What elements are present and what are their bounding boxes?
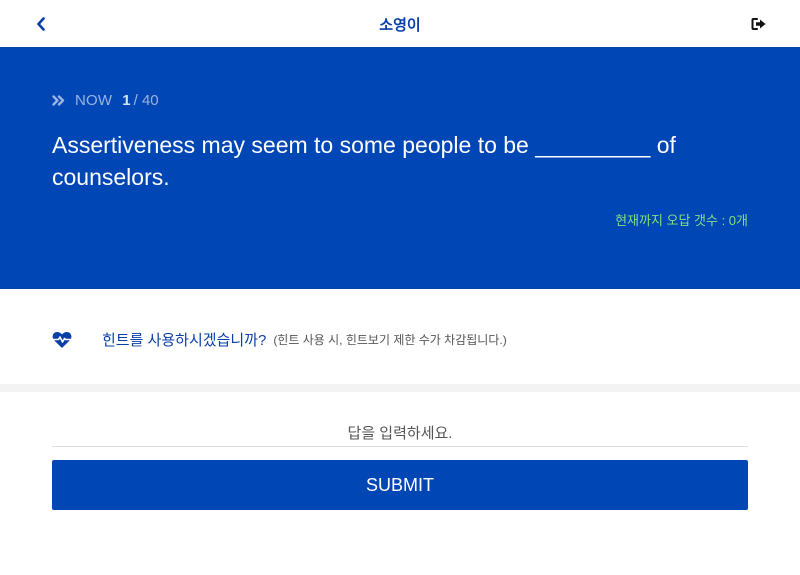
now-label: NOW	[75, 92, 113, 109]
section-divider	[0, 384, 800, 392]
hint-section: 힌트를 사용하시겠습니까? (힌트 사용 시, 힌트보기 제한 수가 차감됩니다…	[0, 289, 800, 384]
progress-indicator: NOW 1 / 40	[52, 92, 159, 109]
hint-button[interactable]: 힌트를 사용하시겠습니까? (힌트 사용 시, 힌트보기 제한 수가 차감됩니다…	[52, 329, 507, 350]
question-panel: NOW 1 / 40 Assertiveness may seem to som…	[0, 47, 800, 289]
sign-out-icon	[751, 18, 766, 30]
heartbeat-icon	[52, 331, 72, 349]
question-text: Assertiveness may seem to some people to…	[52, 132, 676, 190]
top-bar: 소영이	[0, 0, 800, 47]
double-chevron-right-icon	[52, 95, 65, 106]
wrong-answer-count: 현재까지 오답 갯수 : 0개	[615, 213, 748, 228]
answer-input[interactable]	[52, 420, 748, 447]
total-questions: / 40	[133, 92, 159, 109]
current-question-number: 1	[122, 92, 131, 109]
hint-label: 힌트를 사용하시겠습니까?	[102, 332, 267, 349]
submit-button[interactable]: SUBMIT	[52, 460, 748, 510]
hint-note: (힌트 사용 시, 힌트보기 제한 수가 차감됩니다.)	[273, 333, 507, 347]
page-title: 소영이	[379, 17, 421, 34]
exit-button[interactable]	[748, 13, 770, 35]
